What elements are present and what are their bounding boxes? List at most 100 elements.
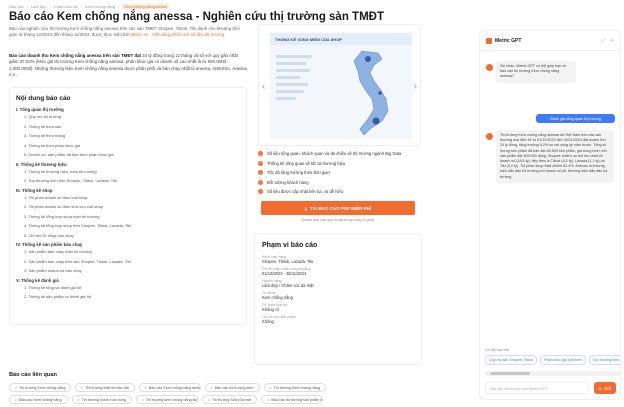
related-report-chip[interactable]: ⌕ Báo cáo thị trường sản phẩm da bbox=[261, 395, 324, 404]
bot-answer-message: Thị trường Kem chống nắng anessa tại Việ… bbox=[496, 130, 614, 183]
download-pdf-button[interactable]: ⤓ TẢI BÁO CÁO PDF MIỄN PHÍ bbox=[261, 201, 415, 215]
breadcrumb-separator-icon: › bbox=[118, 4, 120, 9]
check-icon: ✓ bbox=[258, 151, 263, 156]
suggestion-scrollbar[interactable] bbox=[485, 371, 620, 376]
feature-item: ✓ Thống kê tổng quan về tất cả thương hiệ… bbox=[258, 160, 421, 166]
report-preview-gallery: ‹ THỐNG KÊ VÙNG MIỀN CỦA SHOP › bbox=[258, 24, 421, 146]
map-heading: THỐNG KÊ VÙNG MIỀN CỦA SHOP bbox=[270, 33, 412, 45]
page-title: Báo cáo Kem chống nắng anessa - Nghiên c… bbox=[9, 11, 384, 23]
breadcrumb-item[interactable]: Làm đẹp bbox=[31, 4, 47, 9]
map-preview-image[interactable]: THỐNG KÊ VÙNG MIỀN CỦA SHOP bbox=[270, 33, 412, 139]
toc-item[interactable]: 1. Sản phẩm bán chạy toàn thị trường bbox=[24, 249, 240, 254]
related-report-chip[interactable]: ⌕Thị trường kem chống nắng lão anessa bbox=[135, 395, 198, 404]
toc-item[interactable]: 2. Sản phẩm bán chạy trên sàn Shopee, Ti… bbox=[24, 259, 240, 264]
breadcrumb-item[interactable]: Báo cáo bbox=[9, 4, 24, 9]
search-icon: ⌕ bbox=[141, 397, 144, 402]
related-report-chip[interactable]: ⌕ Báo cáo thị trường kem bbox=[204, 383, 260, 392]
suggest-label: Có thể bạn hỏi: bbox=[485, 348, 510, 352]
toc-item[interactable]: 1. Quy mô thị trường bbox=[24, 114, 240, 119]
send-button[interactable]: ➤ Gửi bbox=[594, 382, 616, 394]
bot-avatar bbox=[486, 133, 493, 140]
metric-link[interactable]: Metric.vn bbox=[131, 32, 149, 37]
toc-section[interactable]: III. Thống kê shop bbox=[16, 188, 240, 193]
breadcrumb-item[interactable]: Kem chống nắng bbox=[85, 4, 115, 9]
feature-item: ✓ Tốc độ tăng trưởng theo thời gian bbox=[258, 170, 421, 176]
toc-item[interactable]: 2. Thống kê sản phẩm có đánh giá tốt bbox=[24, 294, 240, 299]
toc-item[interactable]: 4. Thống kê tổng hợp shop trên Shopee, T… bbox=[24, 223, 240, 228]
feature-text: Thống kê tổng quan về tất cả thương hiệu bbox=[267, 160, 346, 166]
scope-value: Shopee, Tiktok, Lazada, Tiki bbox=[262, 259, 314, 264]
toc-item[interactable]: 2. Thị phần doanh số theo khu vực của sh… bbox=[24, 204, 240, 209]
search-icon: ⌕ bbox=[81, 385, 84, 390]
chip-label: Báo cáo Kem chống nắng anessa bbox=[148, 385, 201, 390]
toc-section[interactable]: I. Tổng quan thị trường bbox=[16, 107, 240, 112]
toc-item[interactable]: 1. Thống kê thương hiệu, toàn thị trường bbox=[24, 169, 240, 174]
map-legend bbox=[276, 55, 316, 104]
vietnam-map-icon bbox=[353, 50, 389, 136]
toc-item[interactable]: 3. Thống kê tổng hợp shop toàn thị trườn… bbox=[24, 214, 240, 219]
chip-label: Báo cáo thị trường kem bbox=[214, 385, 254, 390]
related-report-chip[interactable]: ⌕ Thị trường Nước hoa hồng bbox=[71, 395, 132, 404]
toc-item[interactable]: 4. Thống kê theo phân khúc giá bbox=[24, 143, 240, 148]
toc-item[interactable]: 1. Thị phần doanh số theo loại shop bbox=[24, 195, 240, 200]
chat-header: Metric GPT bbox=[486, 38, 521, 44]
feature-list: ✓ Số liệu tổng quan, khách quan và đa chi… bbox=[258, 151, 421, 199]
chip-label: Thị trường Nước hoa hồng bbox=[81, 397, 126, 402]
toc-item[interactable]: 2. Thống kê theo sàn bbox=[24, 124, 240, 129]
toc-item[interactable]: 3. Thống kê theo tháng bbox=[24, 133, 240, 138]
feature-text: Số liệu được cập nhật liên tục và dễ hiể… bbox=[267, 189, 344, 195]
suggestion-list: Quy mô sàn Shopee, Tiktok Phân khúc giá p… bbox=[485, 355, 620, 365]
suggestion-chip[interactable]: Phân khúc giá phổ biến bbox=[540, 355, 586, 365]
search-icon: ⌕ bbox=[269, 385, 272, 390]
bot-avatar bbox=[486, 64, 493, 71]
scope-value: 01/12/2023 - 30/11/2024 bbox=[262, 271, 307, 276]
chat-input[interactable]: Đặt câu hỏi về báo cáo Metric GPT bbox=[485, 382, 589, 394]
toc-title: Nội dung báo cáo bbox=[16, 95, 71, 102]
breadcrumb-separator-icon: › bbox=[26, 4, 29, 9]
check-icon: ✓ bbox=[258, 160, 263, 166]
breadcrumb-current: Kem chống nắng anesa bbox=[122, 4, 169, 9]
download-icon: ⤓ bbox=[304, 205, 307, 211]
toc-item[interactable]: 1. Thống kê tổng số đánh giá tốt bbox=[24, 285, 240, 290]
suggestion-chip[interactable]: Quy mô sàn Shopee, Tiktok bbox=[485, 355, 538, 365]
report-intro: Báo cáo doanh thu Kem chống nắng anessa … bbox=[9, 53, 247, 79]
breadcrumb-item[interactable]: Chăm sóc da bbox=[54, 4, 78, 9]
chip-label: Thị trường Kem chống nắng bbox=[273, 385, 320, 390]
chip-label: Thị trường Sữa rửa mặt bbox=[211, 397, 252, 402]
chip-label: Thị trường kem chống nắng lão anessa bbox=[145, 397, 198, 402]
toc-item[interactable]: 3. Sản phẩm doanh số bán chạy bbox=[24, 268, 240, 273]
expand-icon[interactable]: ⤢ bbox=[602, 38, 606, 44]
related-report-chip[interactable]: ⌕ Báo cáo Kem chống nắng bbox=[9, 395, 68, 404]
related-report-chip[interactable]: ⌕ Thị trường Kem chống nắng bbox=[263, 383, 326, 392]
related-report-chip[interactable]: ⌕ Thị trường Sữa rửa mặt bbox=[201, 395, 258, 404]
toc-section[interactable]: II. Thống kê thương hiệu bbox=[16, 162, 240, 167]
toc-item[interactable]: 5. Doanh số, sản phẩm đã bán theo phân k… bbox=[24, 152, 240, 157]
user-message: Đánh giá tổng quan thị trường bbox=[536, 114, 615, 123]
related-report-chip[interactable]: ⌕ Thị trường thiết bị màu nắt bbox=[75, 383, 135, 392]
search-icon: ⌕ bbox=[210, 385, 213, 390]
send-icon: ➤ bbox=[598, 385, 603, 391]
feature-item: ✓ Đối tượng khách hàng bbox=[258, 179, 421, 185]
toc-section[interactable]: IV. Thống kê sản phẩm bán chạy bbox=[16, 242, 240, 247]
scroll-thumb[interactable] bbox=[490, 372, 530, 375]
toc-item[interactable]: 5. Chi tiết 20 shop bán chạy bbox=[24, 233, 240, 238]
suggestion-chip[interactable]: Top thương hiệu bbox=[588, 355, 620, 365]
scope-title: Phạm vi báo cáo bbox=[262, 242, 318, 249]
next-arrow-icon[interactable]: › bbox=[414, 81, 417, 91]
toc-section[interactable]: V. Thống kê đánh giá bbox=[16, 278, 240, 283]
related-report-chip[interactable]: ⌕ Thị trường Kem chống nắng bbox=[9, 383, 71, 392]
breadcrumb-separator-icon: › bbox=[49, 4, 51, 9]
check-icon: ✓ bbox=[258, 170, 263, 176]
platform-link[interactable]: Nền tảng phân tích số liệu thị trường. bbox=[152, 32, 225, 37]
related-title: Báo cáo liên quan bbox=[9, 372, 57, 378]
scope-value: Kem chống nắng bbox=[262, 295, 293, 300]
search-icon: ⌕ bbox=[77, 397, 80, 402]
prev-arrow-icon[interactable]: ‹ bbox=[262, 81, 265, 91]
report-subdescription: Báo cáo nghiên cứu thị trường Kem chống … bbox=[9, 26, 245, 39]
close-icon[interactable]: ✕ bbox=[610, 38, 614, 44]
toc-item[interactable]: 2. Top thương hiệu trên Shopee, Tiktok, … bbox=[24, 178, 240, 183]
search-icon: ⌕ bbox=[144, 385, 147, 390]
feature-item: ✓ Số liệu được cập nhật liên tục và dễ hi… bbox=[258, 189, 421, 195]
related-report-chip[interactable]: ⌕ Báo cáo Kem chống nắng anessa bbox=[138, 383, 201, 392]
chat-panel: Metric GPT ⤢ ✕ Xin chào, Metric GPT có t… bbox=[479, 30, 621, 400]
